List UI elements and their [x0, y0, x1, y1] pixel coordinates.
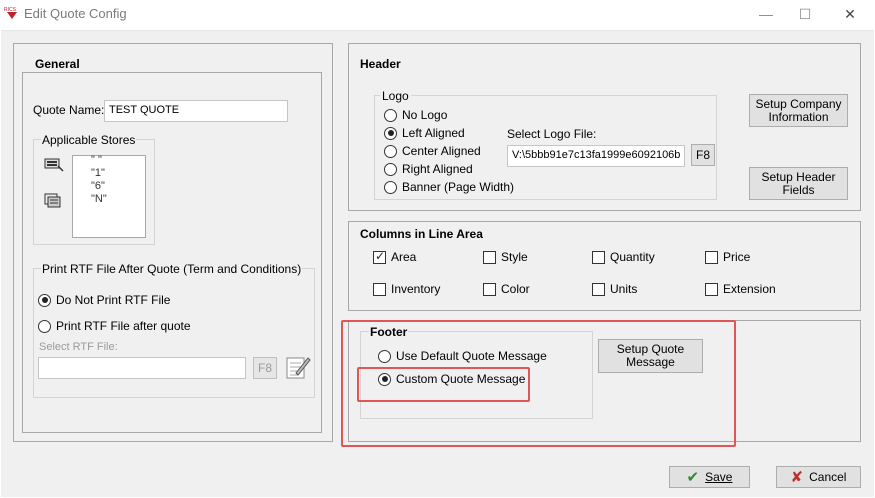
- right-aligned-radio[interactable]: [384, 162, 397, 176]
- price-label: Price: [723, 250, 751, 264]
- no-logo-radio[interactable]: [384, 108, 397, 122]
- rtf-do-not-print-radio[interactable]: [38, 293, 51, 307]
- rtf-print-label: Print RTF File after quote: [56, 319, 191, 333]
- general-title: General: [35, 57, 80, 71]
- quote-name-label: Quote Name:: [33, 103, 105, 117]
- setup-company-button[interactable]: Setup Company Information: [749, 94, 848, 127]
- maximize-button[interactable]: ☐: [795, 4, 815, 24]
- column-quantity[interactable]: Quantity: [592, 250, 655, 264]
- custom-message-highlight: [357, 367, 530, 402]
- logo-f8-button[interactable]: F8: [691, 144, 715, 166]
- title-bar: RICS Edit Quote Config — ☐ ✕: [0, 0, 875, 29]
- extension-checkbox[interactable]: [705, 282, 718, 296]
- save-label: Save: [705, 469, 733, 484]
- print-rtf-title: Print RTF File After Quote (Term and Con…: [41, 262, 303, 276]
- logo-option-left-aligned[interactable]: Left Aligned: [384, 126, 465, 140]
- logo-option-center-aligned[interactable]: Center Aligned: [384, 144, 481, 158]
- setup-header-fields-button[interactable]: Setup Header Fields: [749, 167, 848, 200]
- area-checkbox[interactable]: [373, 249, 386, 264]
- color-checkbox[interactable]: [483, 282, 496, 296]
- style-checkbox[interactable]: [483, 250, 496, 264]
- logo-option-banner[interactable]: Banner (Page Width): [384, 180, 514, 194]
- center-aligned-label: Center Aligned: [402, 144, 481, 158]
- right-aligned-label: Right Aligned: [402, 162, 473, 176]
- left-aligned-label: Left Aligned: [402, 126, 465, 140]
- rtf-f8-button[interactable]: F8: [253, 357, 277, 379]
- cancel-label: Cancel: [809, 469, 847, 484]
- select-rtf-label: Select RTF File:: [39, 341, 118, 353]
- applicable-stores-label: Applicable Stores: [41, 133, 137, 147]
- rtf-file-input[interactable]: [38, 357, 246, 379]
- column-area[interactable]: Area: [373, 249, 417, 264]
- column-units[interactable]: Units: [592, 282, 637, 296]
- close-button[interactable]: ✕: [840, 4, 860, 24]
- edit-rtf-icon[interactable]: [284, 354, 312, 380]
- rtf-do-not-print-label: Do Not Print RTF File: [56, 293, 171, 307]
- style-label: Style: [501, 250, 528, 264]
- banner-radio[interactable]: [384, 180, 397, 194]
- logo-title: Logo: [380, 89, 411, 103]
- store-item[interactable]: "6": [91, 180, 107, 193]
- quantity-checkbox[interactable]: [592, 250, 605, 264]
- logo-option-right-aligned[interactable]: Right Aligned: [384, 162, 473, 176]
- inventory-label: Inventory: [391, 282, 441, 296]
- stores-listbox[interactable]: " " "1" "6" "N": [72, 154, 146, 238]
- column-extension[interactable]: Extension: [705, 282, 776, 296]
- rtf-print-radio[interactable]: [38, 319, 51, 333]
- center-aligned-radio[interactable]: [384, 144, 397, 158]
- color-label: Color: [501, 282, 530, 296]
- logo-file-input[interactable]: V:\5bbb91e7c13fa1999e6092106b: [507, 145, 685, 167]
- banner-label: Banner (Page Width): [402, 180, 515, 194]
- store-item[interactable]: "1": [91, 167, 107, 180]
- save-button[interactable]: ✔ Save: [669, 466, 750, 488]
- window-title: Edit Quote Config: [24, 6, 127, 21]
- price-checkbox[interactable]: [705, 250, 718, 264]
- no-logo-label: No Logo: [402, 108, 448, 122]
- column-color[interactable]: Color: [483, 282, 530, 296]
- column-inventory[interactable]: Inventory: [373, 282, 440, 296]
- minimize-button[interactable]: —: [756, 4, 776, 24]
- stores-list: " " "1" "6" "N": [91, 154, 107, 206]
- area-label: Area: [391, 250, 417, 264]
- units-label: Units: [610, 282, 638, 296]
- select-logo-label: Select Logo File:: [507, 127, 597, 141]
- rtf-option-print[interactable]: Print RTF File after quote: [38, 319, 191, 333]
- deselect-stores-icon[interactable]: [44, 192, 64, 208]
- store-item[interactable]: " ": [91, 154, 107, 167]
- units-checkbox[interactable]: [592, 282, 605, 296]
- column-price[interactable]: Price: [705, 250, 750, 264]
- app-logo-icon: RICS: [4, 6, 20, 20]
- left-aligned-radio[interactable]: [384, 126, 397, 140]
- columns-title: Columns in Line Area: [360, 227, 483, 241]
- column-style[interactable]: Style: [483, 250, 528, 264]
- select-all-stores-icon[interactable]: [44, 156, 64, 172]
- extension-label: Extension: [723, 282, 776, 296]
- rtf-option-do-not-print[interactable]: Do Not Print RTF File: [38, 293, 170, 307]
- store-item[interactable]: "N": [91, 193, 107, 206]
- quantity-label: Quantity: [610, 250, 655, 264]
- header-title: Header: [360, 57, 401, 71]
- inventory-checkbox[interactable]: [373, 282, 386, 296]
- logo-option-no-logo[interactable]: No Logo: [384, 108, 447, 122]
- checkmark-icon: ✔: [686, 467, 700, 486]
- cancel-button[interactable]: ✘ Cancel: [776, 466, 861, 488]
- quote-name-input[interactable]: TEST QUOTE: [104, 100, 288, 122]
- cancel-x-icon: ✘: [790, 467, 804, 486]
